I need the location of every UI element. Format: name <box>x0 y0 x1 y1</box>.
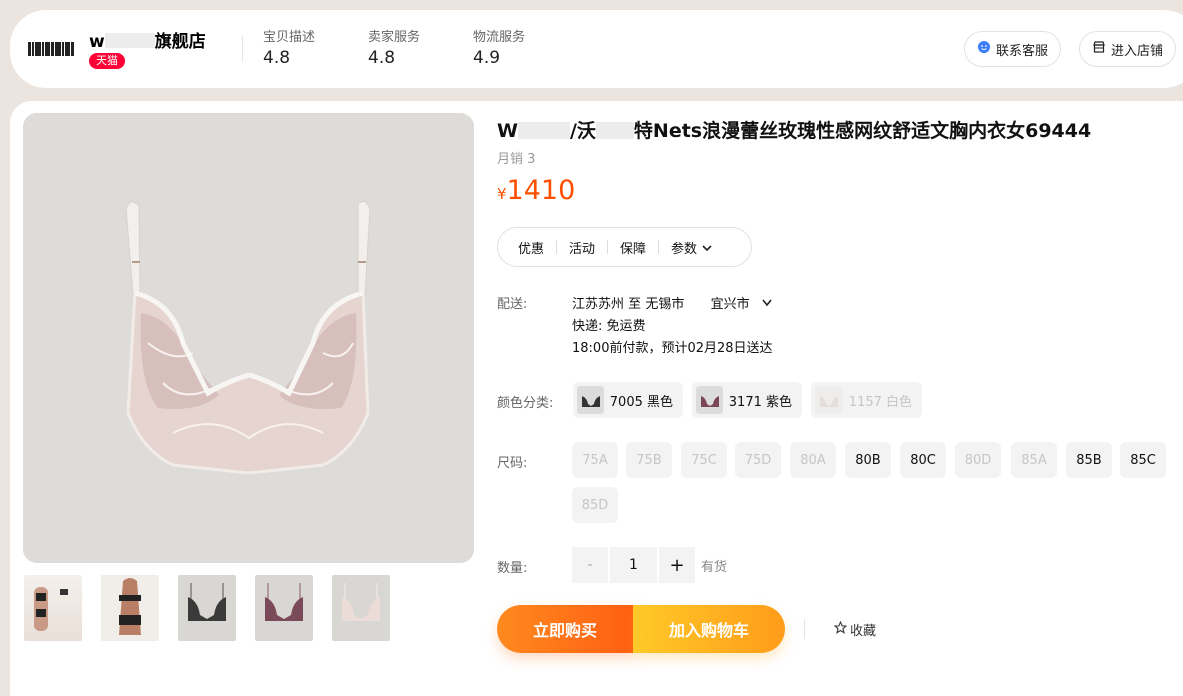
buy-now-button[interactable]: 立即购买 <box>497 605 633 653</box>
tab-params-label: 参数 <box>671 241 698 257</box>
favorite-label: 收藏 <box>850 624 877 639</box>
stock-status: 有货 <box>701 560 728 575</box>
color-option-label: 3171 紫色 <box>728 394 792 410</box>
color-swatch <box>696 386 723 414</box>
contact-service-button[interactable]: 联系客服 <box>964 31 1062 67</box>
product-main-image[interactable] <box>23 113 474 563</box>
chevron-down-icon <box>754 297 774 312</box>
color-option-black[interactable]: 7005 黑色 <box>573 382 683 418</box>
redacted-text <box>104 33 155 48</box>
color-option-label: 1157 白色 <box>848 394 912 410</box>
size-option[interactable]: 85B <box>1066 442 1112 478</box>
shipping-label: 配送: <box>497 297 528 312</box>
thumbnail[interactable] <box>254 574 314 642</box>
info-tabs: 优惠 活动 保障 参数 <box>497 227 752 267</box>
quantity-label: 数量: <box>497 561 528 576</box>
shipping-route: 江苏苏州 至 无锡市 宜兴市 <box>572 293 774 312</box>
size-option[interactable]: 75C <box>681 442 727 478</box>
thumbnail[interactable] <box>331 574 391 642</box>
shipping-district: 宜兴市 <box>710 297 750 312</box>
size-option[interactable]: 80A <box>790 442 836 478</box>
size-option[interactable]: 80D <box>955 442 1001 478</box>
rating-logistics: 物流服务 4.9 <box>473 26 525 68</box>
rating-label: 卖家服务 <box>368 30 421 45</box>
price-value: 1410 <box>506 175 576 206</box>
shop-name-suffix: 旗舰店 <box>154 32 206 52</box>
shipping-origin: 江苏苏州 <box>572 297 625 312</box>
shop-logo[interactable] <box>28 41 74 57</box>
shop-header: w 旗舰店 天猫 宝贝描述 4.8 卖家服务 4.8 物流服务 4.9 联系客服 … <box>10 10 1183 88</box>
quantity-input[interactable]: 1 <box>610 547 657 583</box>
smile-chat-icon <box>977 40 991 58</box>
rating-description: 宝贝描述 4.8 <box>263 26 315 68</box>
star-icon <box>833 620 848 638</box>
thumbnail[interactable] <box>23 574 83 642</box>
contact-service-label: 联系客服 <box>996 43 1049 59</box>
thumbnail[interactable] <box>177 574 237 642</box>
color-option-purple[interactable]: 3171 紫色 <box>692 382 802 418</box>
divider <box>607 240 609 254</box>
shop-name-prefix: w <box>89 32 105 52</box>
size-option[interactable]: 85A <box>1011 442 1057 478</box>
product-title: W/沃 特Nets浪漫蕾丝玫瑰性感网纹舒适文胸内衣女69444 <box>497 116 1091 143</box>
favorite-button[interactable]: 收藏 <box>833 620 877 639</box>
shipping-to: 至 <box>628 297 642 312</box>
size-option[interactable]: 85C <box>1120 442 1166 478</box>
tab-discount[interactable]: 优惠 <box>518 238 544 257</box>
divider <box>658 240 660 254</box>
shipping-delivery: 快递: 免运费 <box>572 319 646 334</box>
rating-label: 物流服务 <box>473 30 526 45</box>
divider <box>242 36 243 62</box>
quantity-increment-button[interactable]: + <box>659 547 695 583</box>
thumbnail-strip <box>23 574 391 642</box>
shipping-destination[interactable]: 无锡市 <box>645 297 684 312</box>
color-option-label: 7005 黑色 <box>609 394 673 410</box>
size-option[interactable]: 75D <box>735 442 781 478</box>
title-part: W <box>497 120 518 142</box>
enter-store-label: 进入店铺 <box>1111 43 1164 59</box>
shipping-eta: 18:00前付款，预计02月28日送达 <box>572 341 773 356</box>
title-part: 特Nets浪漫蕾丝玫瑰性感网纹舒适文胸内衣女69444 <box>633 120 1092 142</box>
size-option[interactable]: 75A <box>572 442 618 478</box>
redacted-text <box>595 122 634 139</box>
divider <box>556 240 558 254</box>
rating-value: 4.8 <box>263 48 291 68</box>
district-selector[interactable]: 宜兴市 <box>711 297 774 312</box>
rating-label: 宝贝描述 <box>263 30 316 45</box>
size-label: 尺码: <box>497 456 528 471</box>
tab-activity[interactable]: 活动 <box>569 238 595 257</box>
add-to-cart-button[interactable]: 加入购物车 <box>633 605 785 653</box>
divider <box>804 619 805 639</box>
color-label: 颜色分类: <box>497 396 554 411</box>
color-swatch <box>815 386 843 414</box>
store-icon <box>1092 40 1106 58</box>
redacted-text <box>517 122 570 139</box>
enter-store-button[interactable]: 进入店铺 <box>1079 31 1177 67</box>
tmall-badge: 天猫 <box>89 53 125 69</box>
product-panel: W/沃 特Nets浪漫蕾丝玫瑰性感网纹舒适文胸内衣女69444 月销 3 ¥141… <box>10 101 1183 696</box>
tab-params[interactable]: 参数 <box>671 238 713 257</box>
monthly-sales: 月销 3 <box>497 152 536 167</box>
rating-service: 卖家服务 4.8 <box>368 26 420 68</box>
color-option-white[interactable]: 1157 白色 <box>811 382 922 418</box>
size-option[interactable]: 85D <box>572 487 618 523</box>
chevron-down-icon <box>701 242 713 257</box>
title-part: /沃 <box>569 120 596 142</box>
size-option[interactable]: 75B <box>626 442 672 478</box>
shop-name[interactable]: w 旗舰店 <box>89 27 206 52</box>
rating-value: 4.8 <box>368 48 396 68</box>
color-swatch <box>577 386 604 414</box>
tab-guarantee[interactable]: 保障 <box>620 238 646 257</box>
rating-value: 4.9 <box>473 48 501 68</box>
currency-symbol: ¥ <box>497 185 507 203</box>
quantity-decrement-button[interactable]: - <box>572 547 608 583</box>
size-option[interactable]: 80B <box>845 442 891 478</box>
size-option[interactable]: 80C <box>900 442 946 478</box>
thumbnail[interactable] <box>100 574 160 642</box>
product-price: ¥1410 <box>497 175 575 206</box>
